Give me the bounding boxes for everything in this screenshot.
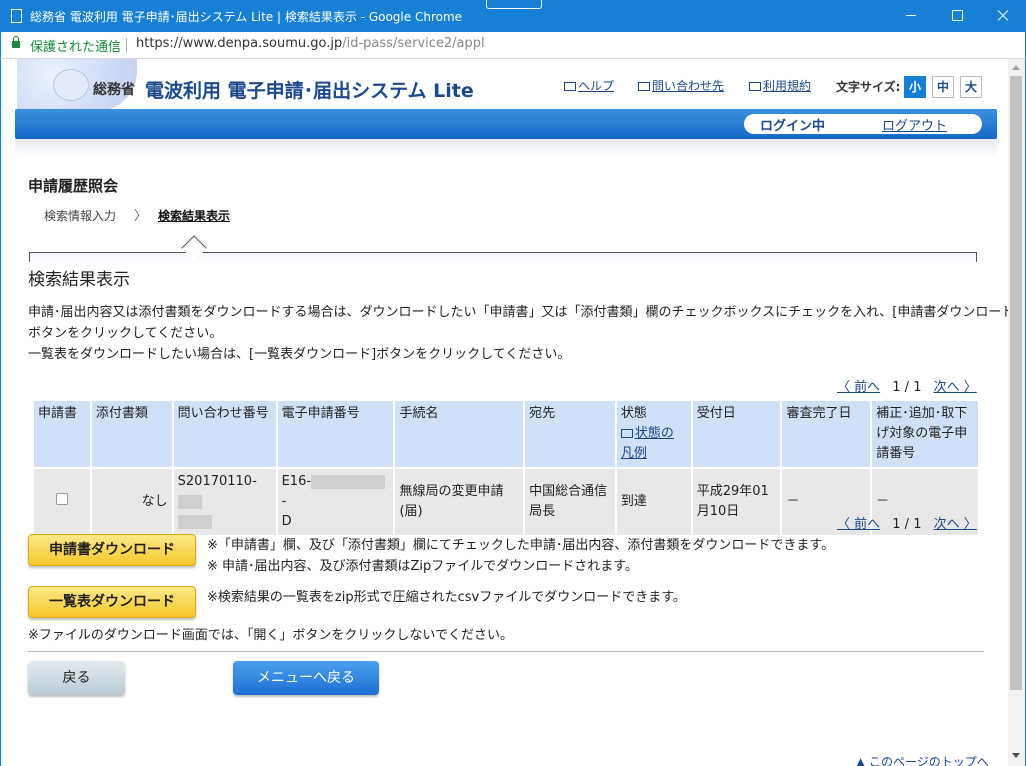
e-app-number-cell: E16- -D bbox=[275, 467, 396, 537]
font-size-label: 文字サイズ: bbox=[836, 80, 901, 94]
page-icon bbox=[11, 9, 22, 23]
terms-link-label: 利用規約 bbox=[763, 79, 812, 93]
contact-link-label: 問い合わせ先 bbox=[652, 79, 725, 93]
logout-link[interactable]: ログアウト bbox=[882, 115, 947, 134]
page-viewport: 総務省 電波利用 電子申請･届出システム Lite ヘルプ 問い合わせ先 利用規… bbox=[0, 59, 1026, 766]
prev-page-link[interactable]: 〈 前へ bbox=[837, 380, 880, 395]
description-line-3: 一覧表をダウンロードしたい場合は、[一覧表ダウンロード]ボタンをクリックしてくだ… bbox=[28, 347, 571, 362]
back-button[interactable]: 戻る bbox=[28, 661, 125, 695]
attachment-cell: なし bbox=[89, 467, 174, 537]
col-header-status: 状態 状態の凡例 bbox=[614, 399, 693, 469]
prev-page-link[interactable]: 〈 前へ bbox=[837, 517, 880, 532]
redacted-mask bbox=[177, 494, 202, 509]
received-date-cell: 平成29年01月10日 bbox=[690, 467, 783, 537]
vertical-scrollbar[interactable] bbox=[1008, 59, 1025, 766]
login-status: ログイン中 bbox=[760, 119, 826, 134]
table-header-row: 申請書 添付書類 問い合わせ番号 電子申請番号 手続名 宛先 状態状態の凡例 受… bbox=[32, 399, 980, 469]
inquiry-number-cell: S20170110- bbox=[171, 467, 278, 537]
tab-strip-handle[interactable] bbox=[486, 0, 542, 9]
col-header-review-complete: 審査完了日 bbox=[780, 399, 873, 469]
step-divider-left bbox=[29, 252, 30, 262]
e-app-number-prefix: E16- bbox=[281, 474, 312, 489]
destination-cell: 中国総合通信局長 bbox=[523, 467, 617, 537]
url-host: https://www.denpa.soumu.go.jp bbox=[136, 36, 343, 51]
font-size-small-button[interactable]: 小 bbox=[904, 76, 926, 98]
description-line-1: 申請･届出内容又は添付書類をダウンロードする場合は、ダウンロードしたい「申請書」… bbox=[28, 305, 1020, 320]
pager-bottom: 〈 前へ 1 / 1 次へ 〉 bbox=[837, 513, 977, 532]
next-page-link[interactable]: 次へ 〉 bbox=[934, 517, 977, 532]
file-open-warning: ※ファイルのダウンロード画面では、「開く」ボタンをクリックしないでください。 bbox=[28, 628, 514, 643]
page-title: 申請履歴照会 bbox=[28, 177, 119, 195]
breadcrumb-chevron-icon: 〉 bbox=[134, 209, 148, 224]
section-title: 検索結果表示 bbox=[28, 270, 130, 290]
page-indicator: 1 / 1 bbox=[892, 380, 922, 395]
scrollbar-thumb[interactable] bbox=[1010, 76, 1022, 690]
col-header-attachment: 添付書類 bbox=[89, 399, 174, 469]
breadcrumb-search-input: 検索情報入力 bbox=[44, 209, 117, 223]
scroll-up-arrow-icon[interactable] bbox=[1012, 65, 1020, 70]
col-header-application: 申請書 bbox=[32, 399, 92, 469]
redacted-mask bbox=[311, 474, 386, 489]
window-titlebar: 総務省 電波利用 電子申請･届出システム Lite | 検索結果表示 - Goo… bbox=[0, 0, 1026, 32]
footer-divider bbox=[28, 651, 984, 652]
contact-link[interactable]: 問い合わせ先 bbox=[638, 77, 724, 94]
application-download-note-2: ※ 申請･届出内容、及び添付書類はZipファイルでダウンロードされます。 bbox=[207, 559, 638, 574]
list-download-button[interactable]: 一覧表ダウンロード bbox=[28, 586, 196, 618]
application-download-button[interactable]: 申請書ダウンロード bbox=[28, 534, 196, 566]
col-header-inquiry-number: 問い合わせ番号 bbox=[171, 399, 278, 469]
secure-label[interactable]: 保護された通信 bbox=[30, 36, 121, 55]
status-cell: 到達 bbox=[614, 467, 693, 537]
window-icon bbox=[749, 82, 761, 91]
status-legend-link[interactable]: 状態の凡例 bbox=[620, 426, 674, 461]
maximize-button[interactable] bbox=[934, 0, 980, 32]
col-header-correction-target: 補正･追加･取下げ対象の電子申請番号 bbox=[870, 399, 980, 469]
scroll-down-arrow-icon[interactable] bbox=[1012, 753, 1020, 758]
step-panel-bg bbox=[30, 253, 976, 263]
page-indicator: 1 / 1 bbox=[892, 517, 922, 532]
list-download-note: ※検索結果の一覧表をzip形式で圧縮されたcsvファイルでダウンロードできます。 bbox=[207, 590, 686, 605]
window-icon bbox=[620, 429, 633, 438]
pager-top: 〈 前へ 1 / 1 次へ 〉 bbox=[837, 376, 977, 395]
terms-link[interactable]: 利用規約 bbox=[749, 77, 811, 94]
redacted-mask bbox=[177, 514, 212, 529]
application-checkbox[interactable] bbox=[55, 493, 68, 505]
status-header-label: 状態 bbox=[620, 406, 647, 421]
e-app-number-suffix: D bbox=[281, 514, 292, 529]
minimize-button[interactable] bbox=[888, 0, 934, 32]
lock-icon bbox=[12, 36, 20, 48]
back-to-menu-button[interactable]: メニューへ戻る bbox=[233, 661, 379, 695]
window-icon bbox=[638, 82, 650, 91]
col-header-destination: 宛先 bbox=[523, 399, 617, 469]
font-size-medium-button[interactable]: 中 bbox=[932, 76, 954, 98]
window-title: 総務省 電波利用 電子申請･届出システム Lite | 検索結果表示 - Goo… bbox=[30, 10, 463, 24]
application-checkbox-cell bbox=[32, 467, 92, 537]
step-divider bbox=[29, 252, 977, 253]
url-text[interactable]: https://www.denpa.soumu.go.jp/id-pass/se… bbox=[136, 36, 485, 51]
col-header-e-app-number: 電子申請番号 bbox=[275, 399, 396, 469]
address-divider bbox=[126, 38, 127, 53]
col-header-received-date: 受付日 bbox=[690, 399, 783, 469]
url-path: /id-pass/service2/appl bbox=[342, 36, 485, 51]
close-window-button[interactable] bbox=[980, 0, 1026, 32]
help-link-label: ヘルプ bbox=[578, 79, 615, 93]
application-download-note-1: ※「申請書」欄、及び「添付書類」欄にてチェックした申請･届出内容、添付書類をダウ… bbox=[207, 538, 835, 553]
next-page-link[interactable]: 次へ 〉 bbox=[934, 380, 977, 395]
system-title[interactable]: 電波利用 電子申請･届出システム Lite bbox=[145, 76, 474, 103]
inquiry-number-prefix: S20170110- bbox=[177, 474, 257, 489]
col-header-procedure: 手続名 bbox=[393, 399, 526, 469]
address-bar[interactable]: 保護された通信 https://www.denpa.soumu.go.jp/id… bbox=[0, 32, 1026, 59]
font-size-large-button[interactable]: 大 bbox=[960, 76, 982, 98]
step-divider-right bbox=[976, 252, 977, 262]
procedure-cell: 無線局の変更申請(届) bbox=[393, 467, 526, 537]
help-link[interactable]: ヘルプ bbox=[564, 77, 614, 94]
description-line-2: ボタンをクリックしてください。 bbox=[28, 326, 223, 341]
ministry-name: 総務省 bbox=[93, 82, 135, 98]
breadcrumb-current: 検索結果表示 bbox=[158, 209, 231, 223]
page-top-link[interactable]: ▲ このページのトップへ bbox=[856, 753, 989, 766]
header-shadow bbox=[15, 139, 997, 157]
window-icon bbox=[564, 82, 576, 91]
